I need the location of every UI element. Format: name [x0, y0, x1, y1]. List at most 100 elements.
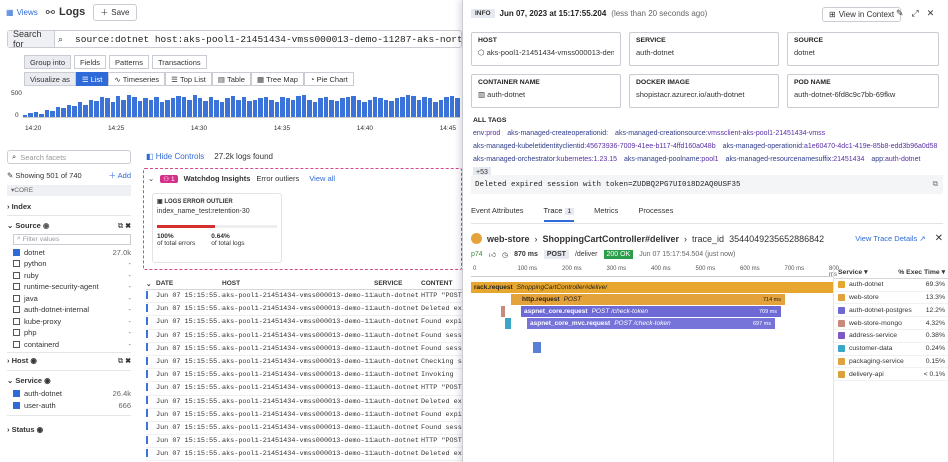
container-card[interactable]: CONTAINER NAME ▥ auth-dotnet [471, 74, 621, 108]
table-row[interactable]: Jun 07 15:15:55.256aks-pool1-21451434-vm… [146, 435, 462, 449]
vis-toplist[interactable]: ☰ Top List [165, 72, 212, 86]
checkbox[interactable] [13, 329, 20, 337]
facet-source[interactable]: ⌄ Source ◉ ⧉ ✖ [7, 220, 131, 232]
tag-chip[interactable]: aks-managed-orchestrator:kubernetes:1.23… [473, 154, 617, 165]
facet-search[interactable]: ⌕ Search facets [7, 150, 131, 164]
tag-chip[interactable]: env:prod [473, 128, 500, 139]
service-row[interactable]: auth-dotnet-postgres 12.2% [834, 304, 948, 318]
flame-span[interactable] [533, 342, 541, 353]
tab-processes[interactable]: Processes [638, 206, 673, 215]
add-facet-button[interactable]: ＋ Add [108, 170, 131, 181]
facet-value[interactable]: python - [13, 258, 131, 270]
facet-value[interactable]: containerd - [13, 339, 131, 351]
tag-chip[interactable]: aks-managed-creationsource:vmssclient-ak… [615, 128, 825, 139]
tab-patterns[interactable]: Patterns [109, 55, 149, 69]
service-row[interactable]: customer-data 0.24% [834, 343, 948, 356]
vis-table[interactable]: ▤ Table [211, 72, 251, 86]
service-row[interactable]: auth-dotnet 69.3% [834, 279, 948, 292]
table-row[interactable]: Jun 07 15:15:55.324aks-pool1-21451434-vm… [146, 409, 462, 422]
facet-service[interactable]: ⌄ Service ◉ [7, 375, 131, 387]
tag-chip[interactable]: aks-managed-kubeletidentityclientid:4567… [473, 141, 716, 152]
view-trace-details-link[interactable]: View Trace Details ↗ [855, 234, 925, 243]
col-content[interactable]: CONTENT [421, 280, 462, 287]
service-row[interactable]: delivery-api < 0.1% [834, 368, 948, 382]
pod-card[interactable]: POD NAME auth-dotnet-6fd8c9c7bb-69fkw [787, 74, 939, 108]
checkbox[interactable] [13, 317, 20, 325]
table-row[interactable]: Jun 07 15:15:55.456aks-pool1-21451434-vm… [146, 382, 462, 396]
facet-host[interactable]: › Host ◉ ⧉ ✖ [7, 355, 131, 367]
table-row[interactable]: Jun 07 15:15:55.529aks-pool1-21451434-vm… [146, 356, 462, 370]
tab-event-attributes[interactable]: Event Attributes [471, 206, 524, 215]
checkbox[interactable] [13, 260, 20, 268]
checkbox[interactable] [13, 283, 20, 291]
flame-span[interactable]: http.request POST 714 ms [519, 294, 785, 305]
log-histogram[interactable]: 500 0 14:20 14:25 14:30 14:35 14:40 14:4… [7, 88, 462, 134]
vis-piechart[interactable]: ◔ Pie Chart [303, 72, 354, 86]
facet-value[interactable]: auth-dotnet-internal - [13, 304, 131, 316]
col-host[interactable]: HOST [222, 280, 374, 287]
tag-chip[interactable]: app:auth-dotnet [871, 154, 920, 165]
facet-value[interactable]: php - [13, 327, 131, 339]
flame-span[interactable]: rack.request ShoppingCartController#deliv… [471, 282, 833, 293]
table-row[interactable]: Jun 07 15:15:55.857aks-pool1-21451434-vm… [146, 290, 462, 304]
expand-icon[interactable]: ⤢ [912, 8, 919, 19]
facet-value[interactable]: kube-proxy - [13, 316, 131, 328]
tag-chip[interactable]: aks-managed-operationid:a1e60470-4dc1-41… [723, 141, 938, 152]
tag-chip[interactable]: aks-managed-resourcenamesuffix:21451434 [726, 154, 865, 165]
tab-fields[interactable]: Fields [74, 55, 107, 69]
close-icon[interactable]: ✕ [935, 233, 943, 244]
image-card[interactable]: DOCKER IMAGE shopistacr.azurecr.io/auth-d… [629, 74, 779, 108]
checkbox[interactable] [13, 401, 20, 409]
checkbox[interactable] [13, 271, 20, 279]
hide-controls-button[interactable]: ◧ Hide Controls [146, 152, 204, 161]
checkbox[interactable] [13, 294, 20, 302]
table-row[interactable]: Jun 07 15:15:55.299aks-pool1-21451434-vm… [146, 422, 462, 436]
facet-value[interactable]: runtime-security-agent - [13, 281, 131, 293]
insight-card[interactable]: ▣ LOGS ERROR OUTLIER index_name_test:ret… [152, 193, 282, 263]
table-row[interactable]: Jun 07 15:15:55.838aks-pool1-21451434-vm… [146, 316, 462, 330]
checkbox[interactable] [13, 390, 20, 398]
col-service[interactable]: SERVICE [374, 280, 421, 287]
vis-treemap[interactable]: ▦ Tree Map [250, 72, 304, 86]
checkbox[interactable] [13, 248, 20, 256]
service-row[interactable]: packaging-service 0.15% [834, 356, 948, 369]
table-row[interactable]: Jun 07 15:15:55.118aks-pool1-21451434-vm… [146, 448, 462, 462]
facet-value[interactable]: ruby - [13, 270, 131, 282]
checkbox[interactable] [13, 306, 20, 314]
search-query[interactable]: source:dotnet host:aks-pool1-21451434-vm… [55, 34, 461, 45]
table-row[interactable]: Jun 07 15:15:55.840aks-pool1-21451434-vm… [146, 303, 462, 317]
tab-metrics[interactable]: Metrics [594, 206, 618, 215]
flame-span[interactable] [501, 306, 505, 317]
facet-value[interactable]: java - [13, 293, 131, 305]
facet-value[interactable]: auth-dotnet 26.4k [13, 388, 131, 400]
col-date[interactable]: DATE [156, 280, 222, 287]
service-row[interactable]: address-service 0.38% [834, 330, 948, 343]
save-button[interactable]: ＋ Save [93, 3, 137, 21]
view-all-link[interactable]: View all [309, 174, 335, 183]
table-row[interactable]: Jun 07 15:15:55.833aks-pool1-21451434-vm… [146, 330, 462, 343]
view-in-context-button[interactable]: ⊞ View in Context [822, 7, 902, 22]
facet-index[interactable]: › Index [7, 201, 131, 213]
table-row[interactable]: Jun 07 15:15:55.535aks-pool1-21451434-vm… [146, 343, 462, 356]
facet-value[interactable]: user-auth 666 [13, 400, 131, 412]
service-row[interactable]: web-store-mongo 4.32% [834, 317, 948, 330]
facet-status[interactable]: › Status ◉ [7, 424, 131, 436]
tag-chip[interactable]: aks-managed-poolname:pool1 [624, 154, 719, 165]
checkbox[interactable] [13, 340, 20, 348]
core-section[interactable]: ▾ CORE [7, 184, 131, 196]
service-row[interactable]: web-store 13.3% [834, 292, 948, 305]
facet-actions[interactable]: ⧉ ✖ [118, 221, 131, 231]
host-card[interactable]: HOST ⬡ aks-pool1-21451434-vmss000013-dem… [471, 32, 621, 66]
table-row[interactable]: Jun 07 15:15:55.474aks-pool1-21451434-vm… [146, 369, 462, 383]
table-row[interactable]: Jun 07 15:15:55.325aks-pool1-21451434-vm… [146, 396, 462, 409]
search-bar[interactable]: Search for ⌕ source:dotnet host:aks-pool… [7, 29, 462, 49]
edit-icon[interactable]: ✎ [896, 8, 904, 19]
tab-transactions[interactable]: Transactions [151, 55, 207, 69]
flame-span[interactable]: aspnet_core_mvc.request POST /check-token… [527, 318, 775, 329]
tag-chip[interactable]: aks-managed-createoperationid: [507, 128, 608, 139]
close-icon[interactable]: ✕ [927, 8, 935, 19]
filter-values-input[interactable]: ⌕ Filter values [13, 233, 131, 245]
flame-span[interactable] [505, 318, 511, 329]
vis-list[interactable]: ☰ List [75, 72, 109, 86]
flame-span[interactable]: aspnet_core.request POST /check-token 709 … [521, 306, 781, 317]
